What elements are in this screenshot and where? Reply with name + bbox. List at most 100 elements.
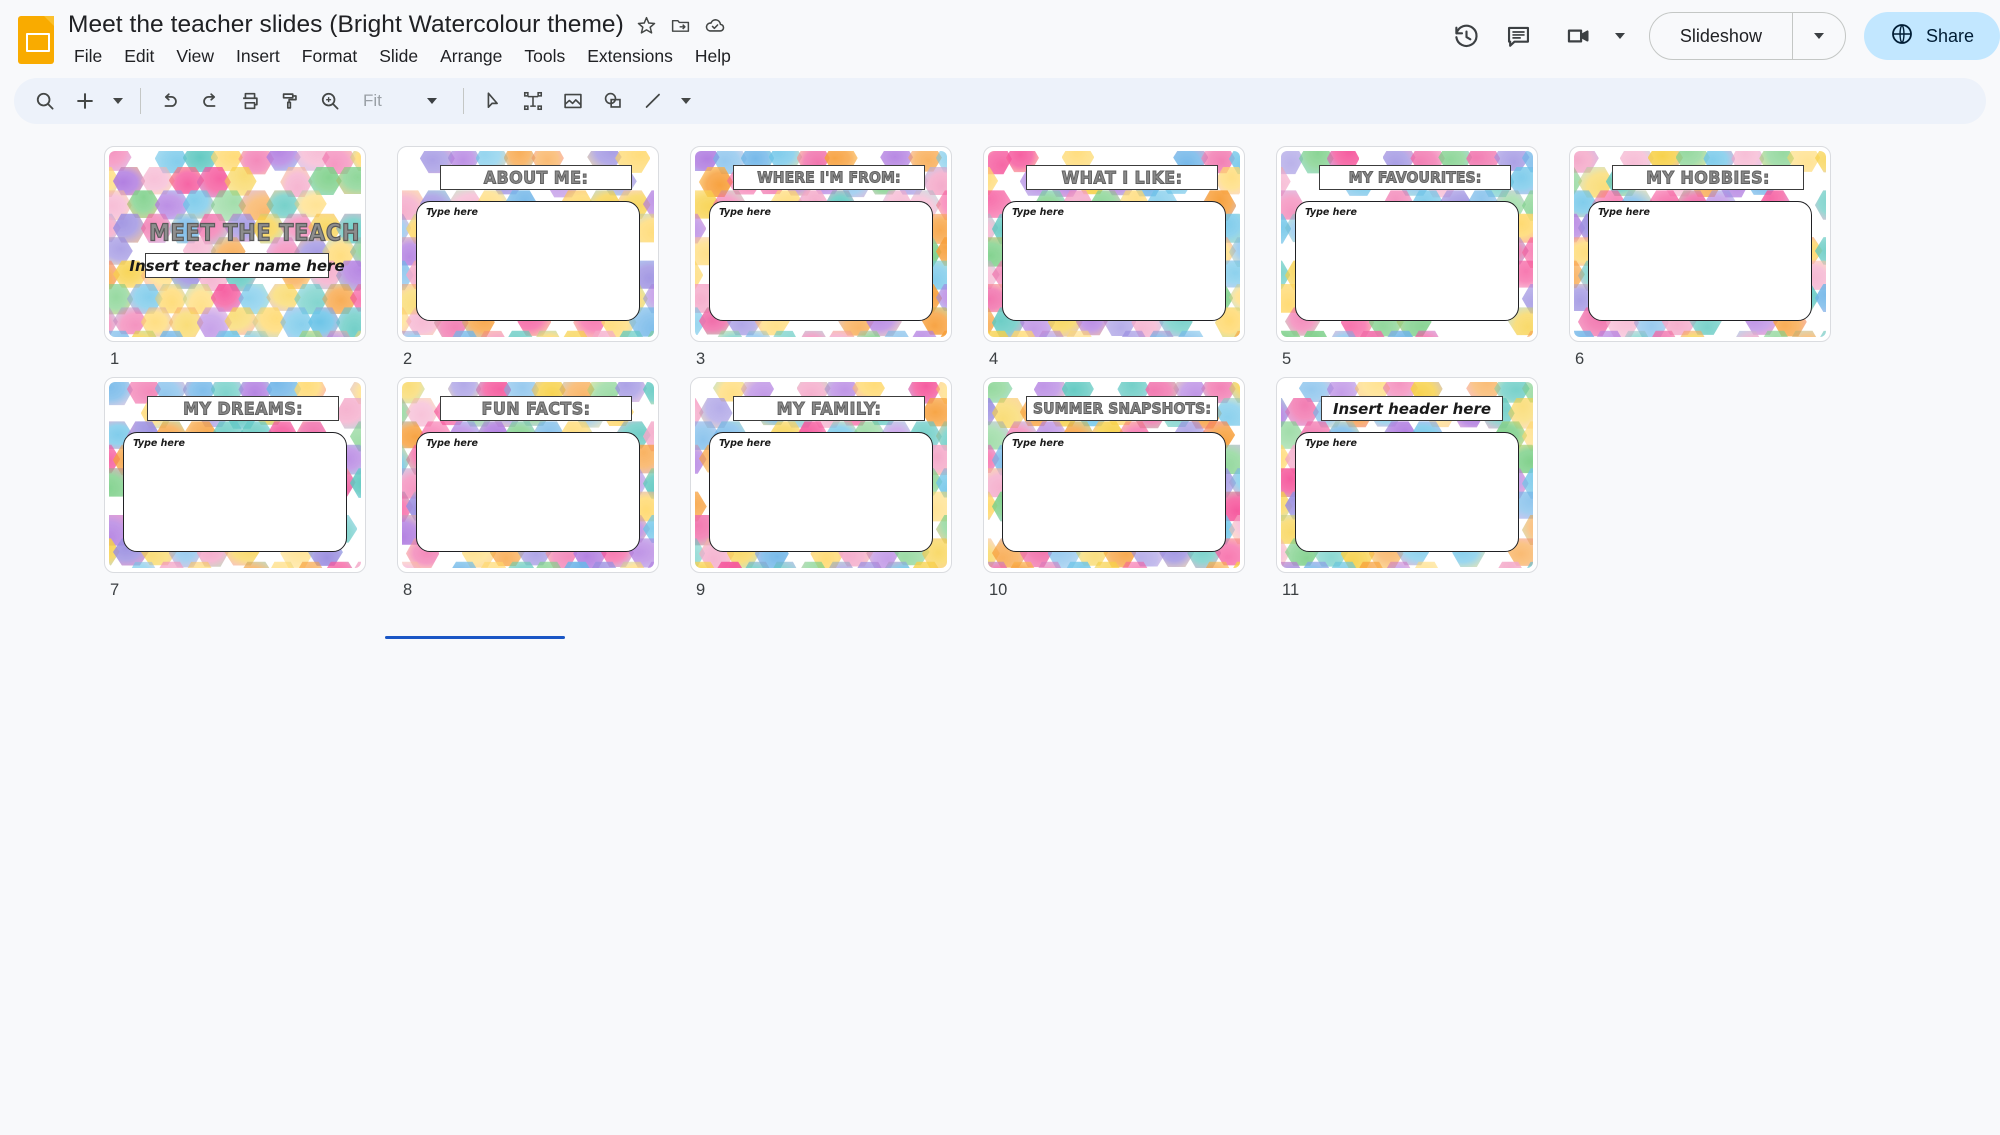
slide-content-box[interactable]: Type here [416, 432, 640, 552]
slideshow-button[interactable]: Slideshow [1648, 12, 1846, 60]
move-to-folder-icon[interactable] [666, 10, 696, 40]
slide-header-text: WHAT I LIKE: [1061, 167, 1183, 188]
slide-thumbnail[interactable]: MY FAMILY: Type here [690, 377, 952, 573]
zoom-level-caret-icon[interactable] [407, 82, 453, 120]
slide-content-box[interactable]: Type here [1295, 201, 1519, 321]
slide-header-banner[interactable]: Insert header here [1321, 396, 1503, 421]
slide-canvas: ABOUT ME: Type here [402, 151, 654, 337]
slide-content-box[interactable]: Type here [416, 201, 640, 321]
slide-number-label: 8 [403, 581, 413, 599]
cloud-saved-icon[interactable] [700, 10, 730, 40]
shape-icon[interactable] [594, 82, 632, 120]
text-box-icon[interactable] [514, 82, 552, 120]
page-title[interactable]: Meet the teacher slides (Bright Watercol… [68, 9, 628, 41]
slide-header-banner[interactable]: ABOUT ME: [440, 165, 632, 190]
slide-thumbnail[interactable]: MY DREAMS: Type here [104, 377, 366, 573]
comment-icon[interactable] [1493, 10, 1545, 62]
menu-file[interactable]: File [68, 43, 113, 70]
slide-number-label: 6 [1575, 350, 1585, 368]
redo-icon[interactable] [191, 82, 229, 120]
slide-header-text: Insert header here [1332, 399, 1492, 418]
insert-image-icon[interactable] [554, 82, 592, 120]
slideshow-label: Slideshow [1679, 25, 1762, 46]
slide-header-banner[interactable]: FUN FACTS: [440, 396, 632, 421]
slide-thumbnail[interactable]: WHERE I'M FROM: Type here [690, 146, 952, 342]
slide-header-banner[interactable]: WHERE I'M FROM: [733, 165, 925, 190]
share-button[interactable]: Share [1863, 12, 2000, 60]
slide-thumbnail[interactable]: SUMMER SNAPSHOTS: Type here [983, 377, 1245, 573]
undo-icon[interactable] [151, 82, 189, 120]
menu-help[interactable]: Help [684, 43, 742, 70]
slide-workspace[interactable]: MEET THE TEACHER Insert teacher name here… [0, 124, 2000, 1117]
slide-canvas: SUMMER SNAPSHOTS: Type here [988, 382, 1240, 568]
paint-format-icon[interactable] [271, 82, 309, 120]
slide-content-box[interactable]: Type here [1002, 432, 1226, 552]
slide-thumbnail-cell: WHAT I LIKE: Type here 4 [983, 146, 1276, 369]
slide-content-box[interactable]: Type here [1002, 201, 1226, 321]
slide-header-banner[interactable]: MY DREAMS: [147, 396, 339, 421]
menu-extensions[interactable]: Extensions [576, 43, 684, 70]
slide-content-box[interactable]: Type here [123, 432, 347, 552]
menu-insert[interactable]: Insert [225, 43, 291, 70]
slide-thumbnail[interactable]: Insert header here Type here [1276, 377, 1538, 573]
menu-format[interactable]: Format [291, 43, 368, 70]
slide-title-text[interactable]: MEET THE TEACHER [148, 219, 361, 247]
menu-slide[interactable]: Slide [368, 43, 429, 70]
slide-content-box[interactable]: Type here [1295, 432, 1519, 552]
version-history-icon[interactable] [1441, 10, 1493, 62]
print-icon[interactable] [231, 82, 269, 120]
app-header: Meet the teacher slides (Bright Watercol… [0, 0, 2000, 78]
slide-thumbnail-cell: ABOUT ME: Type here 2 [397, 146, 690, 369]
body-placeholder-text: Type here [426, 438, 478, 449]
toolbar-divider-2 [463, 88, 464, 114]
meet-caret-icon[interactable] [1614, 33, 1625, 39]
body-placeholder-text: Type here [1598, 207, 1650, 218]
slide-subtitle-banner[interactable]: Insert teacher name here [129, 253, 345, 278]
slide-header-banner[interactable]: WHAT I LIKE: [1026, 165, 1218, 190]
slide-header-banner[interactable]: SUMMER SNAPSHOTS: [1026, 396, 1218, 421]
slide-thumbnail[interactable]: MEET THE TEACHER Insert teacher name here [104, 146, 366, 342]
slide-canvas: WHAT I LIKE: Type here [988, 151, 1240, 337]
new-slide-caret-icon[interactable] [106, 82, 130, 120]
meet-camera-button[interactable] [1545, 11, 1635, 61]
main-toolbar: Fit [14, 78, 1986, 124]
title-and-menus: Meet the teacher slides (Bright Watercol… [68, 8, 742, 70]
toolbar-container: Fit [0, 78, 2000, 124]
slide-thumbnail-cell: Insert header here Type here 11 [1276, 377, 1569, 600]
menu-edit[interactable]: Edit [113, 43, 165, 70]
slide-number-label: 1 [110, 350, 120, 368]
slide-grid: MEET THE TEACHER Insert teacher name here… [0, 146, 2000, 608]
slide-header-banner[interactable]: MY FAMILY: [733, 396, 925, 421]
slide-canvas: FUN FACTS: Type here [402, 382, 654, 568]
globe-icon [1890, 22, 1914, 51]
line-caret-icon[interactable] [674, 82, 698, 120]
body-placeholder-text: Type here [719, 207, 771, 218]
menu-view[interactable]: View [165, 43, 225, 70]
slide-thumbnail[interactable]: ABOUT ME: Type here [397, 146, 659, 342]
slide-content-box[interactable]: Type here [709, 432, 933, 552]
menu-arrange[interactable]: Arrange [429, 43, 513, 70]
slide-thumbnail[interactable]: MY HOBBIES: Type here [1569, 146, 1831, 342]
zoom-icon[interactable] [311, 82, 349, 120]
slide-thumbnail[interactable]: FUN FACTS: Type here [397, 377, 659, 573]
slide-header-banner[interactable]: MY FAVOURITES: [1319, 165, 1511, 190]
slide-content-box[interactable]: Type here [709, 201, 933, 321]
star-icon[interactable] [632, 10, 662, 40]
slide-canvas: MY FAVOURITES: Type here [1281, 151, 1533, 337]
menu-tools[interactable]: Tools [513, 43, 576, 70]
slide-header-text: MY FAVOURITES: [1348, 168, 1482, 187]
slide-thumbnail[interactable]: WHAT I LIKE: Type here [983, 146, 1245, 342]
slide-header-banner[interactable]: MY HOBBIES: [1612, 165, 1804, 190]
meet-camera-icon[interactable] [1553, 10, 1605, 62]
slide-number-label: 10 [989, 581, 1008, 599]
body-placeholder-text: Type here [426, 207, 478, 218]
line-icon[interactable] [634, 82, 672, 120]
slideshow-options-button[interactable] [1793, 13, 1845, 59]
select-cursor-icon[interactable] [474, 82, 512, 120]
search-icon[interactable] [26, 82, 64, 120]
slide-thumbnail[interactable]: MY FAVOURITES: Type here [1276, 146, 1538, 342]
zoom-level-value[interactable]: Fit [351, 91, 405, 111]
new-slide-icon[interactable] [66, 82, 104, 120]
slide-content-box[interactable]: Type here [1588, 201, 1812, 321]
slide-thumbnail-cell: MY FAMILY: Type here 9 [690, 377, 983, 600]
